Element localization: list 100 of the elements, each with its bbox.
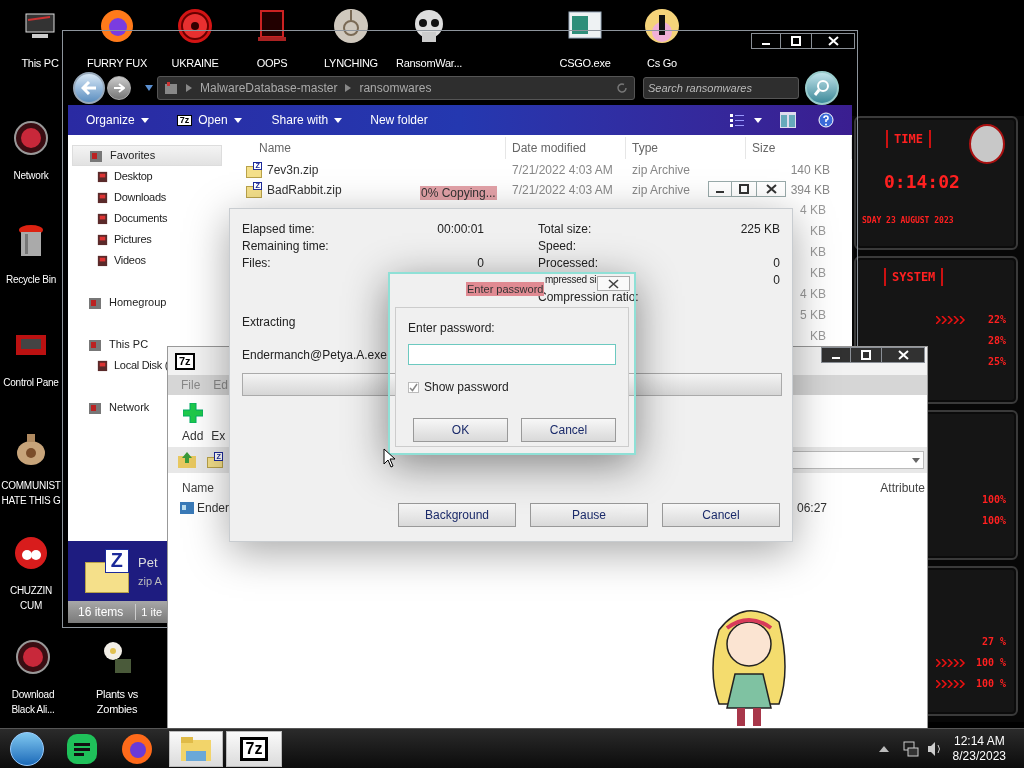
dialog-button[interactable]: Pause (530, 503, 648, 527)
stat-label: Speed: (538, 237, 577, 255)
search-button[interactable] (805, 71, 839, 105)
close-button[interactable] (597, 276, 630, 291)
command-button[interactable]: New folder (370, 111, 428, 129)
clock[interactable]: 12:14 AM 8/23/2023 (952, 733, 1006, 764)
maximize-button[interactable] (851, 347, 881, 363)
table-cell-text: 06:27 (796, 500, 827, 517)
back-button[interactable] (73, 72, 105, 104)
panel-title: TIME (886, 130, 931, 148)
stat-value: 0 (773, 271, 780, 289)
maximize-button[interactable] (732, 181, 756, 197)
stat-label: Total size: (538, 220, 592, 238)
nav-item[interactable]: Pictures (72, 229, 152, 250)
add-button[interactable]: Add (182, 403, 204, 445)
dialog-button[interactable]: Background (398, 503, 516, 527)
address-bar[interactable]: MalwareDatabase-master ransomwares (157, 76, 635, 100)
field-label: Enter password: (408, 320, 496, 337)
round-icon (642, 6, 682, 46)
usage-reading: 100 % (975, 677, 1006, 691)
command-button[interactable]: Share with (271, 111, 343, 129)
status-text: 16 items (78, 604, 124, 621)
column-header[interactable]: Attribute (880, 479, 925, 497)
dialog-button[interactable]: Cancel (521, 418, 616, 442)
nav-item[interactable]: This PC (72, 334, 151, 355)
forward-button[interactable] (107, 76, 131, 100)
table-cell-text: 5 KB (800, 306, 826, 324)
icon-label: CSGO.exe (559, 56, 611, 71)
nav-item[interactable]: Homegroup (72, 292, 169, 313)
nav-item[interactable]: Desktop (72, 166, 153, 187)
chevron-icon (345, 84, 352, 92)
minimize-button[interactable] (821, 347, 851, 363)
close-button[interactable] (811, 33, 855, 49)
window-title: 0% Copying... (420, 186, 497, 200)
column-header[interactable]: Name (226, 137, 506, 159)
view-options-icon[interactable] (730, 113, 744, 127)
file-type: zip A (138, 573, 162, 589)
search-field[interactable]: Search ransomwares (643, 77, 799, 99)
command-button[interactable]: 7z Open (176, 111, 242, 129)
usage-reading: 25% (987, 355, 1006, 369)
dropdown-icon[interactable] (145, 85, 153, 91)
column-header[interactable]: Type (626, 137, 746, 159)
caret-icon[interactable] (754, 117, 762, 123)
browser-icon[interactable] (120, 731, 154, 766)
notes-app-icon[interactable] (66, 732, 98, 765)
refresh-icon[interactable] (616, 82, 628, 94)
minimize-icon (762, 43, 770, 45)
icon-label: RansomWar... (396, 56, 462, 71)
close-button[interactable] (756, 181, 786, 197)
table-cell-text: 4 KB (800, 201, 826, 219)
command-button[interactable]: Organize (86, 111, 149, 129)
stat-value: 0 (773, 254, 780, 272)
password-field[interactable] (408, 344, 616, 365)
file-title: Pet (138, 553, 158, 572)
taskbar-button[interactable] (169, 730, 223, 767)
nav-item[interactable]: Favorites (72, 145, 222, 166)
archive-logo-icon: 7z (239, 736, 269, 761)
nav-item[interactable]: Downloads (72, 187, 166, 208)
stat-label: Elapsed time: (242, 220, 315, 238)
help-icon[interactable] (818, 112, 834, 128)
network-icon[interactable] (902, 740, 919, 757)
start-button[interactable] (10, 731, 44, 766)
icon-label: FURRY FUX (86, 56, 148, 71)
column-header[interactable]: Date modified (506, 137, 626, 159)
usage-reading: 28% (987, 334, 1006, 348)
folder-icon (88, 337, 102, 352)
stat-label: mpressed si (545, 273, 597, 287)
column-header[interactable]: Size (746, 137, 852, 159)
file-name[interactable]: 7ev3n.zip (267, 160, 319, 179)
breadcrumb[interactable]: ransomwares (359, 79, 432, 97)
stat-value: 0 (477, 254, 484, 272)
file-name[interactable]: Ender (197, 499, 230, 517)
dialog-button[interactable]: Cancel (662, 503, 780, 527)
maximize-icon (739, 184, 749, 194)
checkbox[interactable] (408, 381, 419, 393)
panel-title: SYSTEM (884, 268, 944, 286)
extract-button[interactable]: Ex (211, 403, 226, 445)
clock-time: 0:14:02 (884, 170, 961, 194)
taskbar-button[interactable]: 7z (226, 730, 282, 767)
nav-item[interactable]: Documents (72, 208, 168, 229)
table-cell-text: 140 KB (790, 161, 830, 179)
nav-item[interactable]: Videos (72, 250, 146, 271)
minimize-button[interactable] (708, 181, 732, 197)
table-cell-text: KB (810, 327, 826, 345)
icon-label: Cs Go (647, 56, 677, 71)
nav-item[interactable]: Network (72, 397, 152, 418)
column-header[interactable]: Name (182, 479, 214, 497)
icon-label: COMMUNIST HATE THIS G (1, 479, 61, 508)
stat-label: Remaining time: (242, 237, 329, 255)
dialog-button[interactable]: OK (413, 418, 508, 442)
breadcrumb[interactable]: MalwareDatabase-master (200, 79, 338, 97)
folder-up-icon[interactable] (177, 451, 197, 469)
maximize-button[interactable] (781, 33, 811, 49)
caret-icon[interactable] (878, 745, 889, 752)
close-button[interactable] (881, 347, 925, 363)
file-name[interactable]: BadRabbit.zip (267, 180, 342, 199)
volume-icon[interactable] (926, 740, 943, 757)
maximize-icon (791, 36, 801, 46)
close-icon (765, 184, 777, 194)
minimize-button[interactable] (751, 33, 781, 49)
